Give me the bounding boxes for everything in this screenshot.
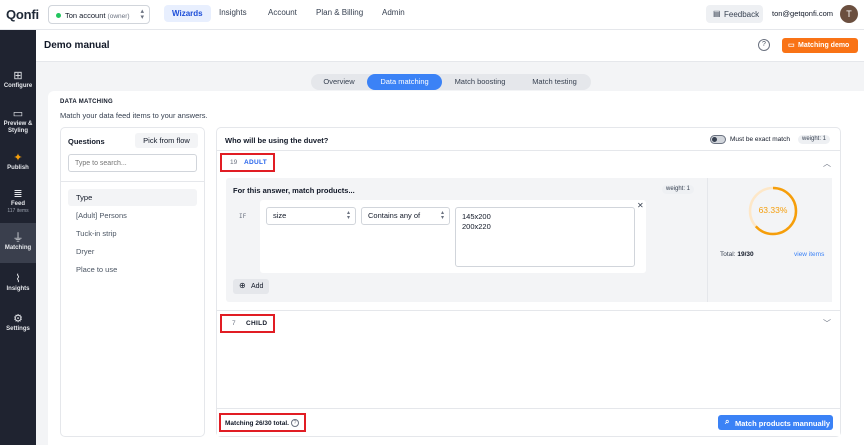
help-icon[interactable]: ? — [758, 39, 770, 51]
question-search-input[interactable] — [68, 154, 197, 172]
sidebar-item-preview-styling[interactable]: ▭ Preview & Styling — [0, 108, 36, 142]
match-products-manually-button[interactable]: ⌕ Match products mannually — [718, 415, 833, 430]
question-title: Who will be using the duvet? — [225, 136, 329, 145]
question-item-place-to-use[interactable]: Place to use — [68, 261, 197, 278]
add-rule-button[interactable]: ⊕ Add — [233, 279, 269, 294]
answer-adult-header[interactable]: 19 ADULT — [220, 153, 275, 172]
matching-total: Matching 26/30 total. — [225, 420, 289, 427]
divider — [60, 181, 205, 182]
monitor-icon: ▭ — [12, 108, 24, 120]
divider — [217, 310, 840, 311]
sidebar-item-settings[interactable]: ⚙ Settings — [0, 313, 36, 339]
pick-from-flow-button[interactable]: Pick from flow — [135, 133, 198, 148]
status-dot — [56, 13, 61, 18]
info-icon[interactable]: ? — [291, 419, 299, 427]
nav-plan-billing[interactable]: Plan & Billing — [316, 8, 363, 17]
party-icon: ✦ — [13, 152, 23, 164]
question-item-type[interactable]: Type — [68, 189, 197, 206]
nav-insights[interactable]: Insights — [219, 8, 247, 17]
plus-circle-icon: ⊕ — [239, 281, 246, 290]
nav-admin[interactable]: Admin — [382, 8, 405, 17]
chevron-updown-icon: ▴ ▾ — [346, 210, 350, 221]
database-icon: ≣ — [13, 188, 23, 200]
tab-match-testing[interactable]: Match testing — [518, 74, 591, 90]
questions-title: Questions — [68, 137, 105, 146]
value-line: 145x200 — [462, 212, 491, 221]
chevron-up-icon[interactable]: ︿ — [823, 158, 831, 169]
attribute-select[interactable]: size ▴ ▾ — [266, 207, 356, 225]
answer-count: 7 — [232, 320, 236, 327]
rule-weight-badge: weight: 1 — [662, 185, 695, 194]
tab-data-matching[interactable]: Data matching — [367, 74, 442, 90]
question-item-dryer[interactable]: Dryer — [68, 243, 197, 260]
answer-label: ADULT — [244, 159, 268, 166]
chat-icon: ▤ — [713, 9, 721, 18]
feed-count: 117 items — [7, 208, 29, 214]
if-label: IF — [239, 213, 247, 220]
close-icon[interactable]: ✕ — [637, 201, 644, 210]
question-item-tuck-in-strip[interactable]: Tuck-in strip — [68, 225, 197, 242]
exact-match-toggle[interactable] — [710, 135, 726, 144]
nav-account[interactable]: Account — [268, 8, 297, 17]
values-textarea[interactable]: 145x200 200x220 — [455, 207, 635, 267]
chevron-updown-icon: ▴ ▾ — [140, 8, 144, 21]
operator-select[interactable]: Contains any of ▴ ▾ — [361, 207, 450, 225]
sidebar-item-configure[interactable]: ⊞ Configure — [0, 70, 36, 100]
user-email: ton@getqonfi.com — [772, 9, 833, 18]
tab-match-boosting[interactable]: Match boosting — [442, 74, 518, 90]
sidebar-item-publish[interactable]: ✦ Publish — [0, 152, 36, 178]
questions-panel — [60, 127, 205, 437]
account-name: Ton account — [65, 11, 106, 20]
account-selector[interactable]: Ton account (owner) ▴ ▾ — [48, 5, 150, 24]
filter-icon: ⏚ — [12, 232, 24, 244]
answer-label: CHILD — [246, 320, 268, 327]
page-header: Demo manual ? ▭ Matching demo — [36, 30, 864, 62]
sidebar-item-insights[interactable]: ⌇ Insights — [0, 273, 36, 299]
view-items-link[interactable]: view items — [794, 251, 824, 258]
section-label: DATA MATCHING — [60, 99, 114, 105]
answer-count: 19 — [230, 159, 238, 166]
total-count: Total: 19/30 — [720, 251, 754, 258]
section-description: Match your data feed items to your answe… — [60, 111, 208, 120]
rule-title: For this answer, match products... — [233, 186, 355, 195]
tab-overview[interactable]: Overview — [311, 74, 367, 90]
top-bar: Qonfi Ton account (owner) ▴ ▾ Wizards Ins… — [0, 0, 864, 30]
tab-bar: Overview Data matching Match boosting Ma… — [311, 74, 591, 90]
match-percentage: 63.33% — [758, 205, 788, 215]
video-icon: ▭ — [788, 42, 795, 49]
value-line: 200x220 — [462, 222, 491, 231]
sidebar: ⊞ Configure ▭ Preview & Styling ✦ Publis… — [0, 30, 36, 445]
gear-icon: ⚙ — [13, 313, 23, 325]
question-item-adult-persons[interactable]: [Adult] Persons — [68, 207, 197, 224]
account-role: (owner) — [107, 13, 130, 20]
app-logo[interactable]: Qonfi — [6, 7, 39, 22]
toggle-knob — [712, 137, 717, 142]
exact-match-label: Must be exact match — [730, 136, 790, 143]
sidebar-item-feed[interactable]: ≣ Feed 117 items — [0, 188, 36, 220]
answer-child-header[interactable]: 7 CHILD — [220, 314, 275, 333]
avatar[interactable]: T — [840, 5, 858, 23]
chevron-updown-icon: ▴ ▾ — [440, 210, 444, 221]
sidebar-item-matching[interactable]: ⏚ Matching — [0, 223, 36, 263]
question-weight-badge: weight: 1 — [798, 135, 831, 144]
feedback-button[interactable]: ▤ Feedback — [706, 5, 763, 23]
search-icon: ⌕ — [725, 417, 730, 426]
matching-demo-button[interactable]: ▭ Matching demo — [782, 38, 858, 53]
configure-icon: ⊞ — [13, 70, 23, 82]
chart-icon: ⌇ — [15, 273, 21, 285]
page-title: Demo manual — [44, 40, 110, 51]
chevron-down-icon[interactable]: ﹀ — [823, 318, 831, 329]
nav-wizards[interactable]: Wizards — [164, 5, 211, 22]
divider — [217, 150, 840, 151]
